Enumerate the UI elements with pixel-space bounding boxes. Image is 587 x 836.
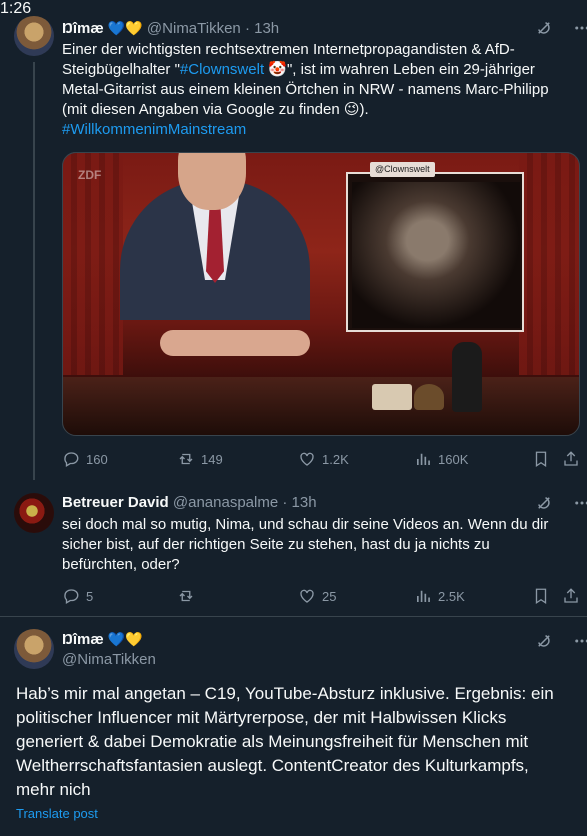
grok-icon[interactable] (534, 631, 554, 651)
reply-icon (64, 589, 79, 604)
bookmark-button[interactable] (532, 450, 550, 468)
bookmark-icon (535, 588, 547, 605)
share-icon (564, 588, 578, 603)
reply-count: 5 (86, 588, 94, 604)
tweet-text: sei doch mal so mutig, Nima, und schau d… (62, 516, 549, 573)
share-icon (564, 451, 578, 466)
like-icon (300, 452, 314, 466)
like-icon (300, 589, 314, 603)
grok-icon[interactable] (534, 493, 554, 513)
avatar[interactable] (14, 493, 54, 533)
bookmark-icon (535, 451, 547, 468)
views-button[interactable]: 160K (414, 450, 468, 468)
display-name[interactable]: Ŋîmæ (62, 631, 104, 648)
views-icon (417, 453, 430, 465)
views-button[interactable]: 2.5K (414, 587, 465, 605)
share-button[interactable] (562, 450, 580, 468)
bookmark-button[interactable] (532, 587, 550, 605)
views-icon (417, 590, 430, 602)
more-icon[interactable] (572, 631, 587, 651)
like-button[interactable]: 1.2K (298, 450, 349, 468)
avatar[interactable] (14, 629, 54, 669)
repost-button[interactable]: 149 (177, 450, 223, 468)
translate-link[interactable]: Translate post (16, 806, 98, 821)
repost-count: 149 (201, 451, 223, 467)
reply-button[interactable]: 160 (62, 450, 108, 468)
tweet-top-icons (534, 631, 587, 651)
share-button[interactable] (562, 587, 580, 605)
tweet-1-actions: 160 149 1.2K 160K (62, 450, 580, 470)
badge-hearts: 💙💛 (107, 631, 143, 647)
video-duration: 1:26 (0, 0, 32, 17)
views-count: 160K (438, 451, 469, 467)
handle[interactable]: @NimaTikken (62, 650, 156, 670)
like-count: 25 (322, 588, 337, 604)
video-overlay: ZDF @Clownswelt 1:26 (0, 0, 587, 481)
reply-count: 160 (86, 451, 108, 467)
more-icon[interactable] (572, 493, 587, 513)
display-name[interactable]: Betreuer David (62, 494, 169, 511)
repost-icon (179, 453, 193, 465)
repost-icon (179, 590, 193, 602)
tweet-header: Betreuer David @ananaspalme · 13h (62, 494, 317, 511)
reply-icon (64, 452, 79, 467)
like-button[interactable]: 25 (298, 587, 336, 605)
timestamp[interactable]: 13h (292, 494, 317, 511)
tweet-2[interactable]: Betreuer David @ananaspalme · 13h sei do… (0, 481, 587, 616)
views-count: 2.5K (438, 588, 465, 604)
like-count: 1.2K (322, 451, 349, 467)
tweet-2-actions: 5 25 2.5K (62, 587, 580, 607)
handle[interactable]: @ananaspalme (173, 494, 278, 511)
repost-button[interactable] (177, 587, 201, 605)
tweet-top-icons (534, 493, 587, 513)
reply-button[interactable]: 5 (62, 587, 93, 605)
tweet-text: Hab’s mir mal angetan – C19, YouTube-Abs… (16, 684, 554, 799)
tweet-header: Ŋîmæ 💙💛 (62, 629, 143, 650)
